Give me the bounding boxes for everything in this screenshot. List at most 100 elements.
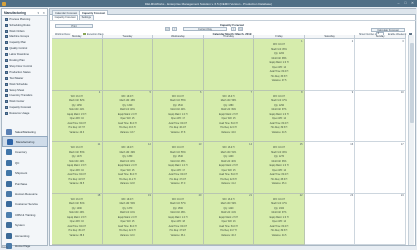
capacity-detail-line: Variance: 45.4	[271, 183, 287, 186]
day-capacity-details: WO: 16.0 H Mach Util: 49% Qty: 1350 Mold Ut…	[103, 146, 153, 187]
close-icon[interactable]: ✕	[410, 1, 415, 6]
capacity-detail-line: Variance: 44.5	[271, 234, 287, 237]
chart-icon	[5, 41, 8, 45]
calendar-day-cell[interactable]: 17	[355, 142, 406, 194]
sidebar-tree-item[interactable]: Scheduling Rules	[5, 23, 30, 28]
calendar-weeks: 1 WO: 16.0 H Mach Util: 45% Qty: 1200 Mold U…	[52, 39, 406, 245]
calendar-day-cell[interactable]: 12 WO: 16.0 H Mach Util: 49% Qty: 1350 Mold …	[102, 142, 154, 194]
nav-item-label: Sales/Marketing	[15, 129, 36, 134]
nav-item[interactable]: Human Resource	[2, 188, 48, 199]
calendar-day-cell[interactable]	[203, 39, 255, 91]
print-button[interactable]: Print	[55, 24, 93, 28]
nav-item[interactable]: Sales/Marketing	[2, 126, 48, 137]
calendar-day-cell[interactable]: 14 WO: 16.0 H Mach Util: 51% Qty: 1400 Mold …	[203, 142, 255, 194]
next-week-button[interactable]: >	[231, 26, 236, 31]
calendar-day-cell[interactable]: 1 WO: 16.0 H Mach Util: 45% Qty: 1200 Mold U…	[254, 39, 305, 91]
calendar-day-cell[interactable]: 4 WO: 16.0 H Mach Util: 52% Qty: 1450 Mold U…	[52, 90, 103, 142]
sidebar-tree-item[interactable]: Capacity Plan	[5, 41, 26, 46]
nav-item[interactable]: Manufacturing	[2, 136, 48, 148]
calendar-day-cell[interactable]: 11 WO: 16.0 H Mach Util: 53% Qty: 1470 Mold …	[52, 142, 103, 194]
factory-icon	[5, 100, 8, 104]
sidebar-tree-item[interactable]: Inventory Transfers	[5, 94, 32, 99]
calendar-day-cell[interactable]: 15 WO: 16.0 H Mach Util: 46% Qty: 1270 Mold …	[254, 142, 305, 194]
calendar-day-cell[interactable]	[52, 39, 103, 91]
window-controls: – □ ✕	[396, 1, 415, 6]
sidebar-tree-item[interactable]: Machine Groups	[5, 35, 29, 40]
sidebar-tree-item[interactable]: Work Schedule	[5, 82, 28, 87]
calendar-week-row: 11 WO: 16.0 H Mach Util: 53% Qty: 1470 Mold …	[52, 142, 406, 194]
sidebar-tree-item[interactable]: Work Center	[5, 100, 24, 105]
calendar-day-cell[interactable]: 7 WO: 16.0 H Mach Util: 50% Qty: 1380 Mold U…	[203, 90, 255, 142]
capacity-detail-line: Variance: 37.0	[170, 183, 186, 186]
box-icon	[5, 94, 8, 98]
calendar-day-cell[interactable]: 21 WO: 16.0 H Mach Util: 52% Qty: 1420 Mold …	[203, 193, 255, 245]
wrench-icon	[5, 76, 8, 80]
sidebar-tree-item[interactable]: Labor Downtime	[5, 52, 29, 57]
scrollbar-thumb[interactable]	[410, 43, 414, 123]
current-day-button[interactable]: Current Day	[183, 26, 227, 31]
sidebar-tree-item[interactable]: Capacity Forecast	[5, 106, 31, 111]
status-icon	[5, 70, 8, 74]
minimize-icon[interactable]: –	[396, 1, 401, 6]
calendar-day-cell[interactable]: 20 WO: 16.0 H Mach Util: 57% Qty: 1560 Mold …	[153, 193, 204, 245]
calendar-day-cell[interactable]: 23	[304, 193, 356, 245]
calendar-day-cell[interactable]: 9	[304, 90, 356, 142]
gear-icon	[5, 23, 8, 27]
day-capacity-details: WO: 16.0 H Mach Util: 56% Qty: 1540 Mold Ut…	[153, 146, 203, 187]
sidebar-tree-item[interactable]: Work Orders	[5, 29, 25, 34]
calendar-day-cell[interactable]: 19 WO: 16.0 H Mach Util: 50% Qty: 1370 Mold …	[102, 193, 154, 245]
nav-item[interactable]: Inventory	[2, 147, 48, 158]
sidebar-tree-item[interactable]: Tool Master	[5, 76, 23, 81]
capacity-detail-line: Variance: 38.6	[69, 234, 85, 237]
previous-month-button[interactable]: <<	[165, 26, 170, 31]
day-number: 2	[351, 39, 354, 43]
capacity-detail-line: Variance: 42.8	[120, 183, 135, 186]
sidebar-tree-item[interactable]: Resource Usage	[5, 111, 29, 116]
nav-item[interactable]: System	[2, 220, 48, 231]
calendar-day-cell[interactable]: 3	[355, 39, 406, 91]
sidebar-tree-item[interactable]: Production Status	[5, 70, 31, 75]
calendar-day-cell[interactable]: 5 WO: 16.0 H Mach Util: 48% Qty: 1320 Mold U…	[102, 90, 154, 142]
chevron-down-icon[interactable]: ▾	[37, 11, 39, 15]
calendar-day-cell[interactable]: 8 WO: 16.0 H Mach Util: 47% Qty: 1290 Mold U…	[254, 90, 305, 142]
sidebar-tree-item-label: Capacity Plan	[9, 41, 26, 45]
sidebar-tree-item[interactable]: Setup Sheet	[5, 88, 24, 93]
sidebar-tree-item[interactable]: Routing Plan	[5, 58, 25, 63]
calendar-day-cell[interactable]: 13 WO: 16.0 H Mach Util: 56% Qty: 1540 Mold …	[153, 142, 204, 194]
sidebar-tree-item-label: Routing Plan	[9, 59, 25, 63]
calendar-day-cell[interactable]: 18 WO: 16.0 H Mach Util: 54% Qty: 1490 Mold …	[52, 193, 103, 245]
calendar-icon	[5, 82, 8, 86]
previous-week-button[interactable]: <	[172, 26, 177, 31]
calendar-day-cell[interactable]: 10	[355, 90, 406, 142]
nav-item[interactable]: Accounting	[2, 230, 48, 241]
calendar-day-cell[interactable]: 16	[304, 142, 356, 194]
calendar-day-cell[interactable]	[102, 39, 154, 91]
pin-icon[interactable]: ✕	[42, 11, 45, 15]
nav-item[interactable]: CRM & Training	[2, 209, 48, 220]
calculate-forecast-button[interactable]: Calculate Forecast	[371, 27, 405, 32]
calendar-day-cell[interactable]: 6 WO: 16.0 H Mach Util: 55% Qty: 1510 Mold U…	[153, 90, 204, 142]
nav-item[interactable]: Shipment	[2, 168, 48, 179]
calendar-day-cell[interactable]	[153, 39, 204, 91]
calendar-day-cell[interactable]: 2	[304, 39, 356, 91]
nav-item-label: System	[15, 223, 25, 228]
nav-item[interactable]: QC	[2, 157, 48, 168]
nav-item[interactable]: Customer Service	[2, 199, 48, 210]
nav-item[interactable]: Purchase	[2, 178, 48, 189]
vertical-scrollbar[interactable]	[408, 35, 414, 245]
day-capacity-details: WO: 16.0 H Mach Util: 51% Qty: 1400 Mold Ut…	[204, 146, 254, 187]
maximize-icon[interactable]: □	[403, 1, 408, 6]
sidebar-tree-item[interactable]: Shop Floor Control	[5, 64, 32, 69]
clock-icon	[5, 53, 8, 57]
calendar-day-cell[interactable]: 24	[355, 193, 406, 245]
day-capacity-details: WO: 16.0 H Mach Util: 47% Qty: 1300 Mold Ut…	[254, 198, 304, 239]
sidebar-tree-item[interactable]: Quality Control	[5, 47, 27, 52]
nav-item-label: Human Resource	[15, 191, 38, 196]
sidebar-tree-item-label: Resource Usage	[9, 112, 30, 116]
sidebar-tree-item[interactable]: Process Planning	[5, 17, 30, 22]
sidebar-tree: Process Planning Scheduling Rules Work Ord…	[2, 16, 49, 124]
next-month-button[interactable]: >>	[238, 26, 243, 31]
calendar-day-cell[interactable]: 22 WO: 16.0 H Mach Util: 47% Qty: 1300 Mold …	[254, 193, 305, 245]
nav-item[interactable]: Home Page	[2, 240, 48, 250]
check-icon	[5, 47, 8, 51]
